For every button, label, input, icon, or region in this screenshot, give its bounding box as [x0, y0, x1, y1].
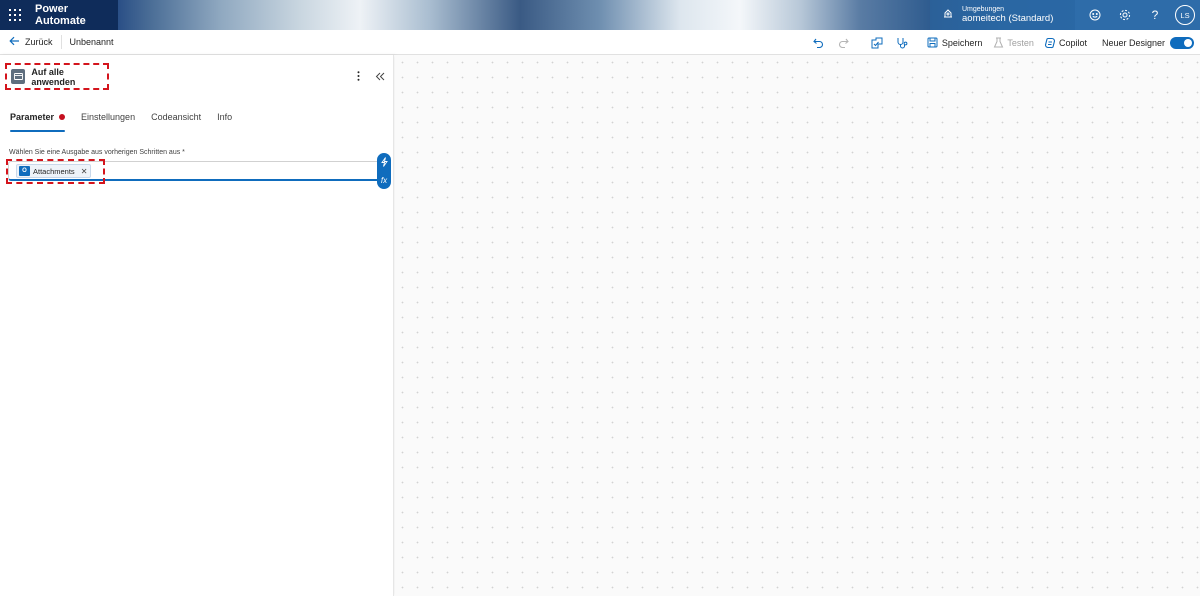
action-config-panel: Auf alle anwenden Parameter Einstellunge…	[0, 55, 394, 596]
environment-name: aomeitech (Standard)	[962, 12, 1054, 24]
tab-label: Einstellungen	[81, 112, 136, 122]
tab-label: Parameter	[10, 112, 55, 122]
tab-einstellungen[interactable]: Einstellungen	[81, 112, 135, 132]
flow-checker-button[interactable]	[871, 30, 886, 55]
tab-info[interactable]: Info	[217, 112, 232, 132]
redo-button[interactable]	[838, 30, 853, 55]
copilot-icon	[1044, 37, 1056, 49]
test-button[interactable]: Testen	[992, 30, 1034, 55]
save-icon	[927, 37, 939, 49]
designer-canvas[interactable]	[395, 55, 1200, 596]
avatar[interactable]: LS	[1175, 5, 1195, 25]
panel-tabs: Parameter Einstellungen Codeansicht Info	[10, 112, 248, 132]
copilot-button[interactable]: Copilot	[1044, 30, 1087, 55]
environment-picker[interactable]: Umgebungen aomeitech (Standard)	[930, 0, 1075, 30]
stethoscope-icon	[896, 37, 908, 49]
copilot-label: Copilot	[1058, 37, 1087, 48]
panel-title[interactable]: Auf alle anwenden	[31, 67, 107, 87]
more-options-icon[interactable]	[352, 69, 364, 83]
help-icon[interactable]: ?	[1140, 0, 1170, 30]
collapse-panel-icon[interactable]	[374, 69, 386, 83]
tab-label: Info	[217, 112, 233, 122]
save-label: Speichern	[941, 37, 983, 48]
new-designer-toggle[interactable]	[1170, 36, 1194, 49]
expression-icon[interactable]: fx	[381, 176, 387, 185]
attachments-token[interactable]: O Attachments ✕	[16, 164, 92, 178]
back-button[interactable]: Zurück	[0, 30, 53, 55]
stethoscope-button[interactable]	[896, 30, 911, 55]
command-bar: Zurück Unbenannt Speichern Testen Copilo…	[0, 30, 1200, 55]
remove-token-icon[interactable]: ✕	[81, 167, 88, 176]
tab-parameter[interactable]: Parameter	[10, 112, 66, 132]
outlook-icon: O	[19, 166, 30, 176]
waffle-icon[interactable]	[0, 0, 30, 30]
environment-icon	[942, 6, 954, 24]
token-label: Attachments	[33, 166, 75, 176]
dynamic-content-pill: fx	[377, 153, 391, 189]
panel-title-highlight: Auf alle anwenden	[5, 63, 109, 90]
error-indicator-icon	[59, 114, 66, 120]
redo-icon	[838, 37, 850, 49]
arrow-left-icon	[9, 36, 20, 48]
gear-icon[interactable]	[1110, 0, 1140, 30]
new-designer-label: Neuer Designer	[1101, 37, 1165, 48]
flask-icon	[992, 37, 1004, 49]
flow-checker-icon	[871, 37, 883, 49]
undo-button[interactable]	[813, 30, 828, 55]
tab-codeansicht[interactable]: Codeansicht	[151, 112, 201, 132]
test-label: Testen	[1007, 37, 1034, 48]
tab-label: Codeansicht	[151, 112, 202, 122]
save-button[interactable]: Speichern	[927, 30, 983, 55]
lightning-icon[interactable]	[380, 156, 388, 169]
field-label: Wählen Sie eine Ausgabe aus vorherigen S…	[9, 149, 185, 156]
undo-icon	[813, 37, 825, 49]
divider	[60, 35, 62, 49]
app-title[interactable]: Power Automate	[30, 0, 118, 30]
loop-action-icon	[11, 69, 26, 84]
new-designer-toggle-group: Neuer Designer	[1102, 30, 1194, 55]
flow-name[interactable]: Unbenannt	[70, 37, 114, 47]
smiley-icon[interactable]	[1080, 0, 1110, 30]
back-label: Zurück	[25, 37, 53, 47]
